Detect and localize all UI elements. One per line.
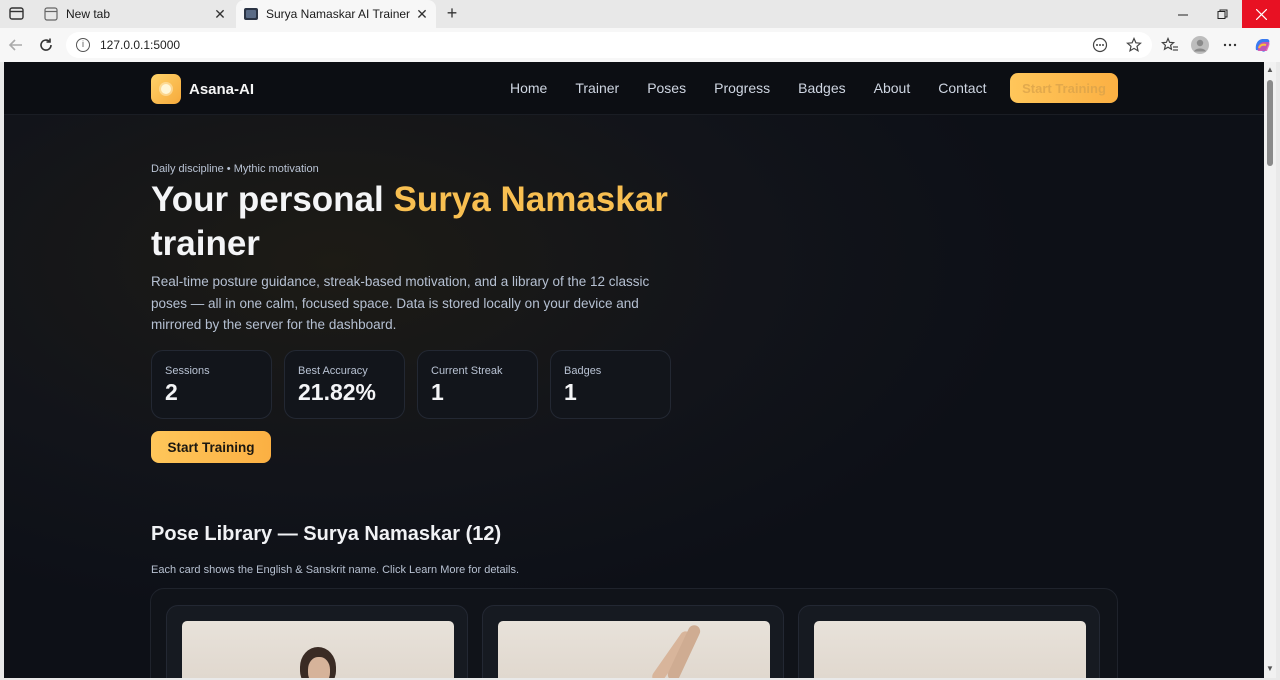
restore-icon[interactable] bbox=[1203, 0, 1241, 28]
brand-name: Asana-AI bbox=[189, 80, 255, 98]
stat-card-current-streak: Current Streak 1 bbox=[417, 350, 538, 419]
hero-title-accent: Surya Namaskar bbox=[393, 180, 668, 219]
favorites-icon[interactable] bbox=[1160, 35, 1180, 55]
nav-link-progress[interactable]: Progress bbox=[714, 80, 770, 96]
pose-card[interactable] bbox=[166, 605, 468, 678]
browser-toolbar: i 127.0.0.1:5000 bbox=[0, 28, 1280, 62]
address-bar[interactable]: i 127.0.0.1:5000 bbox=[66, 32, 1152, 58]
pose-library-grid bbox=[150, 588, 1118, 678]
close-tab-icon[interactable]: ✕ bbox=[412, 6, 432, 23]
nav-link-contact[interactable]: Contact bbox=[938, 80, 986, 96]
pose-library-subtitle: Each card shows the English & Sanskrit n… bbox=[151, 564, 520, 576]
pose-card[interactable] bbox=[482, 605, 784, 678]
nav-start-training-label: Start Training bbox=[1022, 80, 1106, 96]
more-menu-icon[interactable] bbox=[1220, 35, 1240, 55]
stat-card-sessions: Sessions 2 bbox=[151, 350, 272, 419]
nav-link-about[interactable]: About bbox=[874, 80, 911, 96]
site-navbar: Asana-AI Home Trainer Poses Progress Bad… bbox=[4, 62, 1264, 115]
tab-title: Surya Namaskar AI Trainer — Home bbox=[266, 7, 412, 21]
hero-eyebrow: Daily discipline • Mythic motivation bbox=[151, 163, 319, 175]
pose-library-title: Pose Library — Surya Namaskar (12) bbox=[151, 523, 502, 545]
tab-strip: New tab ✕ Surya Namaskar AI Trainer — Ho… bbox=[0, 0, 1280, 28]
nav-start-training-button[interactable]: Start Training bbox=[1010, 73, 1118, 103]
page-viewport: Asana-AI Home Trainer Poses Progress Bad… bbox=[4, 62, 1264, 678]
copilot-icon[interactable] bbox=[1252, 35, 1272, 55]
pose-card[interactable] bbox=[798, 605, 1100, 678]
minimize-icon[interactable] bbox=[1164, 0, 1202, 28]
hero-title-part1: Your personal bbox=[151, 180, 394, 219]
stat-value: 21.82% bbox=[298, 379, 377, 405]
pose-image bbox=[498, 621, 770, 678]
page-scrollbar[interactable]: ▲ ▼ bbox=[1264, 62, 1276, 678]
tab-actions-icon[interactable] bbox=[8, 6, 26, 22]
site-info-icon[interactable]: i bbox=[76, 38, 90, 52]
scrollbar-thumb[interactable] bbox=[1267, 80, 1273, 166]
reload-icon[interactable] bbox=[36, 35, 56, 55]
brand[interactable]: Asana-AI bbox=[151, 74, 254, 104]
hero-description: Real-time posture guidance, streak-based… bbox=[151, 274, 650, 332]
tab-title: New tab bbox=[66, 7, 111, 21]
stat-value: 2 bbox=[165, 379, 178, 405]
nav-links: Home Trainer Poses Progress Badges About… bbox=[496, 80, 1000, 96]
stat-label: Badges bbox=[564, 365, 602, 377]
stat-label: Current Streak bbox=[431, 365, 503, 377]
reader-mode-icon[interactable] bbox=[1090, 35, 1110, 55]
nav-link-home[interactable]: Home bbox=[510, 80, 547, 96]
stat-label: Sessions bbox=[165, 365, 210, 377]
pose-image bbox=[182, 621, 454, 678]
stat-value: 1 bbox=[431, 379, 444, 405]
nav-link-poses[interactable]: Poses bbox=[647, 80, 686, 96]
close-tab-icon[interactable]: ✕ bbox=[210, 6, 230, 23]
back-icon[interactable] bbox=[6, 35, 26, 55]
tab-surya-namaskar[interactable]: Surya Namaskar AI Trainer — Home ✕ bbox=[236, 0, 436, 28]
stats-row: Sessions 2 Best Accuracy 21.82% Current … bbox=[151, 350, 683, 419]
profile-avatar-icon[interactable] bbox=[1190, 35, 1210, 55]
new-tab-button[interactable]: + bbox=[442, 3, 462, 23]
scroll-up-icon[interactable]: ▲ bbox=[1265, 65, 1275, 75]
address-text: 127.0.0.1:5000 bbox=[100, 38, 181, 52]
hero-title: Your personal Surya Namaskar trainer bbox=[151, 178, 711, 266]
stat-label: Best Accuracy bbox=[298, 365, 368, 377]
stat-value: 1 bbox=[564, 379, 577, 405]
nav-link-badges[interactable]: Badges bbox=[798, 80, 845, 96]
scroll-down-icon[interactable]: ▼ bbox=[1265, 664, 1275, 674]
nav-link-trainer[interactable]: Trainer bbox=[575, 80, 619, 96]
close-window-icon[interactable] bbox=[1242, 0, 1280, 28]
stat-card-best-accuracy: Best Accuracy 21.82% bbox=[284, 350, 405, 419]
site-favicon-icon bbox=[244, 7, 258, 21]
start-training-button[interactable]: Start Training bbox=[151, 431, 271, 463]
stat-card-badges: Badges 1 bbox=[550, 350, 671, 419]
new-tab-icon bbox=[44, 7, 58, 21]
tab-new-tab[interactable]: New tab ✕ bbox=[36, 0, 234, 28]
hero-title-part2: trainer bbox=[151, 224, 260, 263]
sun-logo-icon bbox=[151, 74, 181, 104]
favorite-star-icon[interactable] bbox=[1124, 35, 1144, 55]
pose-image bbox=[814, 621, 1086, 678]
